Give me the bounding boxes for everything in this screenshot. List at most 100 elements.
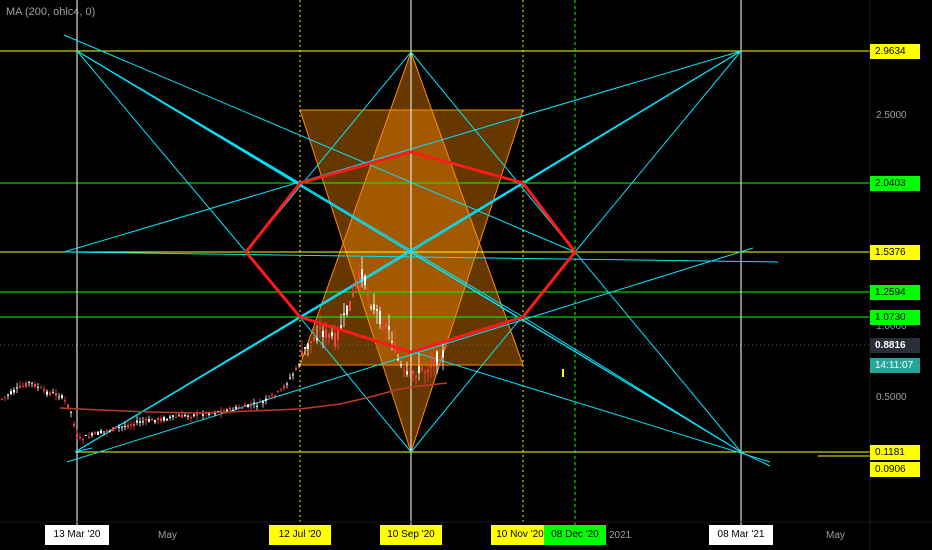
candle-body <box>391 340 393 343</box>
candle-body <box>82 439 84 441</box>
candle-body <box>346 305 348 315</box>
candle-body <box>289 377 291 379</box>
candle-body <box>406 371 408 375</box>
candle-body <box>208 413 210 416</box>
candle-body <box>364 275 366 286</box>
candle-body <box>124 425 126 427</box>
candle-body <box>280 388 282 390</box>
candle-body <box>43 389 45 391</box>
countdown-timer: 14:11:07 <box>870 358 920 373</box>
date-tag-08-mar-21[interactable]: 08 Mar '21 <box>709 525 773 545</box>
trading-chart[interactable] <box>0 0 932 550</box>
candle-body <box>214 413 216 415</box>
date-tag-10-sep-20[interactable]: 10 Sep '20 <box>380 525 442 545</box>
candle-body <box>40 387 42 389</box>
price-tag-0-1181[interactable]: 0.1181 <box>870 445 920 460</box>
candle-body <box>61 395 63 398</box>
candle-body <box>169 416 171 418</box>
price-tag-1-5376[interactable]: 1.5376 <box>870 245 920 260</box>
candle-body <box>166 418 168 421</box>
date-tag-10-nov-20[interactable]: 10 Nov '20 <box>491 525 549 545</box>
candle-body <box>430 365 432 368</box>
candle-body <box>148 419 150 422</box>
candle-body <box>301 351 303 356</box>
price-tag-1-0730[interactable]: 1.0730 <box>870 310 920 325</box>
candle-body <box>256 405 258 407</box>
time-axis-label: 2021 <box>609 530 632 541</box>
candle-body <box>433 359 435 367</box>
candle-body <box>316 338 318 341</box>
date-tag-08-dec-20[interactable]: 08 Dec '20 <box>544 525 606 545</box>
candle-body <box>139 421 141 423</box>
candle-body <box>328 333 330 338</box>
candle-body <box>100 430 102 434</box>
candle-body <box>271 394 273 396</box>
candle-body <box>178 415 180 417</box>
candle-body <box>373 304 375 310</box>
candle-body <box>418 366 420 374</box>
candle-body <box>172 415 174 417</box>
candle-body <box>157 418 159 421</box>
price-tag-2-9634[interactable]: 2.9634 <box>870 44 920 59</box>
candle-body <box>397 359 399 361</box>
candle-body <box>325 329 327 339</box>
candle-body <box>103 431 105 433</box>
candle-body <box>322 330 324 338</box>
candle-body <box>76 434 78 438</box>
candle-body <box>286 383 288 385</box>
candle-body <box>58 396 60 398</box>
candle-body <box>7 394 9 396</box>
candle-body <box>193 414 195 417</box>
candle-body <box>37 386 39 388</box>
candle-body <box>421 367 423 371</box>
candle-body <box>112 427 114 432</box>
candle-body <box>427 369 429 373</box>
candle-body <box>424 371 426 373</box>
candle-body <box>367 293 369 297</box>
candle-body <box>337 329 339 340</box>
candle-body <box>385 323 387 329</box>
candle-body <box>160 418 162 422</box>
candle-body <box>163 417 165 421</box>
candle-body <box>85 435 87 437</box>
candle-body <box>400 364 402 366</box>
candle-body <box>79 436 81 438</box>
candle-body <box>31 382 33 384</box>
candle-body <box>298 364 300 366</box>
candle-body <box>70 411 72 413</box>
candle-body <box>292 374 294 376</box>
candle-body <box>151 418 153 421</box>
candle-body <box>130 424 132 426</box>
candle-body <box>52 392 54 394</box>
candle-body <box>358 273 360 281</box>
candle-body <box>175 416 177 418</box>
candle-body <box>154 420 156 423</box>
candle-body <box>10 391 12 395</box>
candle-body <box>370 307 372 309</box>
candle-body <box>22 385 24 387</box>
candle-body <box>229 407 231 410</box>
candle-body <box>127 424 129 428</box>
candle-body <box>307 343 309 350</box>
candle-body <box>184 414 186 417</box>
price-axis-label: 0.5000 <box>876 392 907 403</box>
yellow-marker <box>562 369 564 377</box>
candle-body <box>187 415 189 417</box>
price-tag-0-0906[interactable]: 0.0906 <box>870 462 920 477</box>
date-tag-13-mar-20[interactable]: 13 Mar '20 <box>45 525 109 545</box>
price-tag-1-2594[interactable]: 1.2594 <box>870 285 920 300</box>
candle-body <box>88 436 90 438</box>
candle-body <box>67 404 69 408</box>
date-tag-12-jul-20[interactable]: 12 Jul '20 <box>269 525 331 545</box>
candle-body <box>436 351 438 366</box>
candle-body <box>16 387 18 389</box>
candle-body <box>181 414 183 418</box>
candle-body <box>118 426 120 428</box>
price-tag-current[interactable]: 0.8816 <box>870 338 920 353</box>
candle-body <box>25 382 27 387</box>
candle-body <box>274 395 276 398</box>
price-tag-2-0403[interactable]: 2.0403 <box>870 176 920 191</box>
candle-body <box>115 426 117 428</box>
indicator-label[interactable]: MA (200, ohlc4, 0) <box>6 6 95 18</box>
candle-body <box>349 301 351 311</box>
